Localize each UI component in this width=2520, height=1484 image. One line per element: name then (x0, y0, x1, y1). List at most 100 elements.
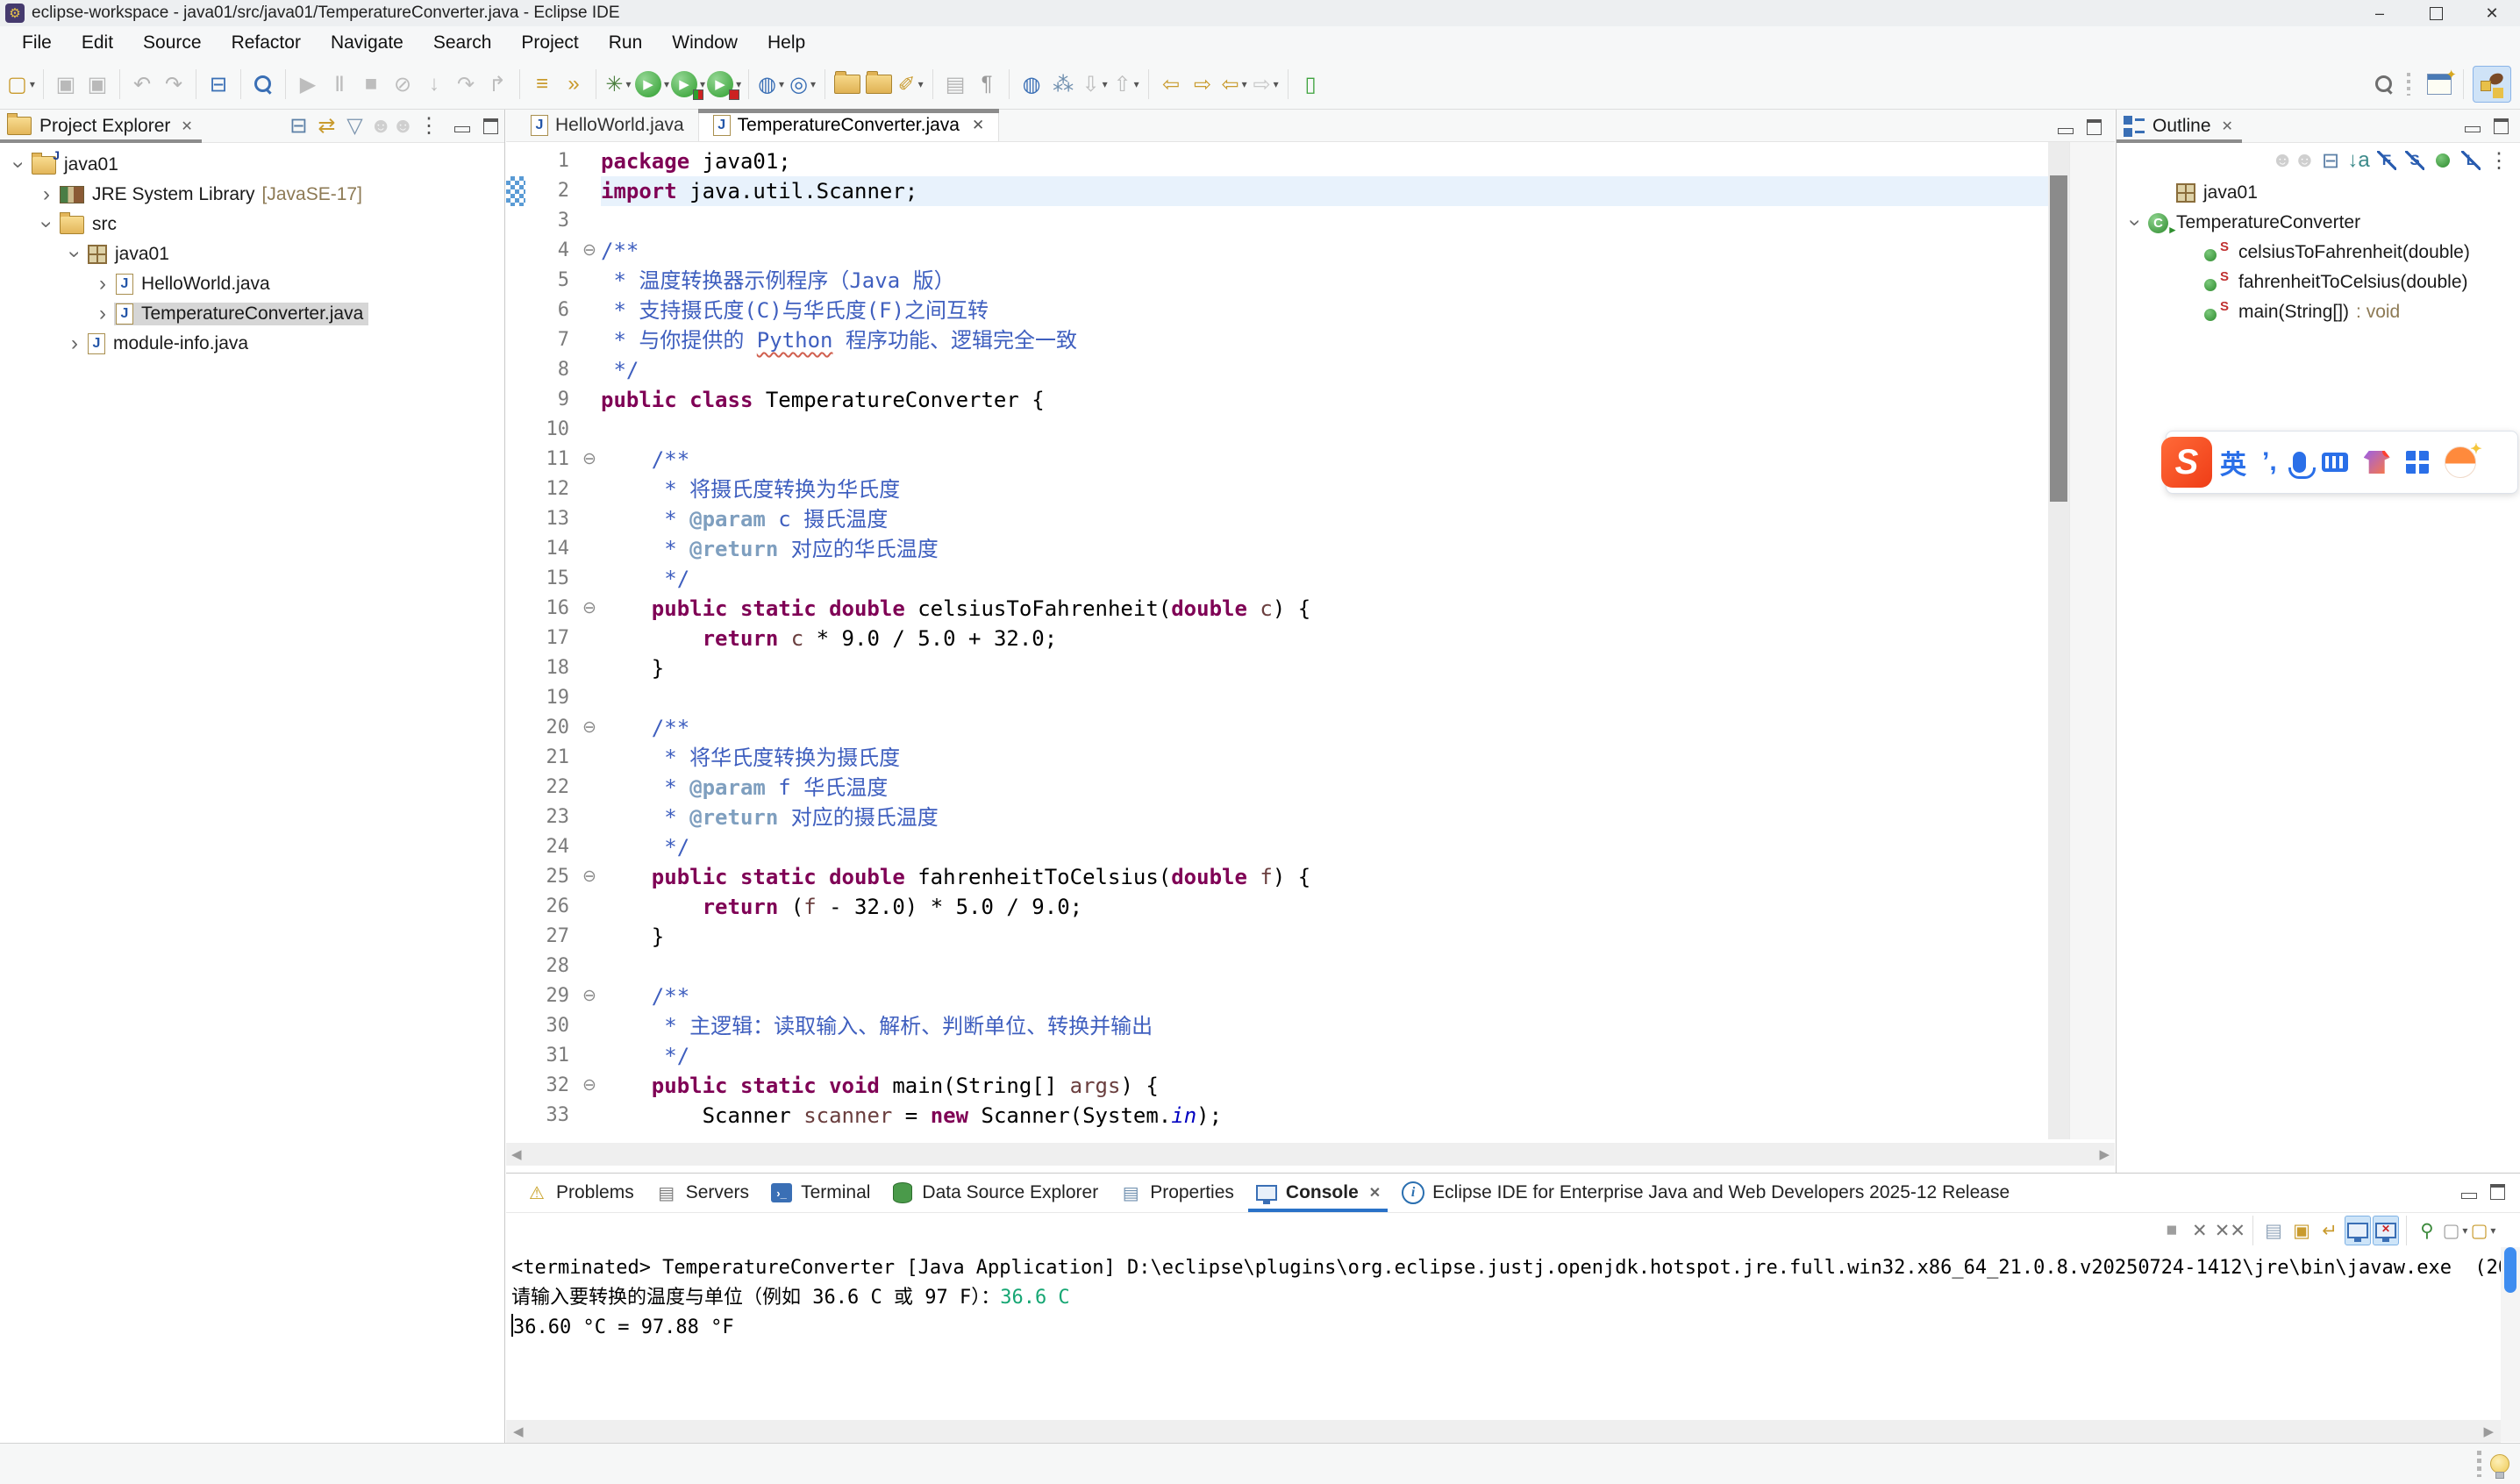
coverage-icon[interactable]: ▶▾ (671, 67, 705, 102)
editor-horizontal-scrollbar[interactable]: ◀ ▶ (506, 1143, 2115, 1166)
fold-collapse-icon[interactable]: ⊖ (578, 1071, 601, 1101)
project-tree-item[interactable]: ›src (0, 210, 504, 239)
code-line-4[interactable]: 4⊖/** (506, 236, 2048, 266)
code-line-3[interactable]: 3 (506, 206, 2048, 236)
code-line-32[interactable]: 32⊖ public static void main(String[] arg… (506, 1071, 2048, 1101)
scroll-left-icon[interactable]: ◀ (513, 1423, 524, 1439)
code-line-14[interactable]: 14 * @return 对应的华氏温度 (506, 534, 2048, 564)
close-icon[interactable]: ✕ (972, 117, 984, 134)
remove-launch-icon[interactable]: ✕ (2187, 1216, 2213, 1245)
maximize-view-icon[interactable] (477, 113, 503, 139)
fold-collapse-icon[interactable]: ⊖ (578, 445, 601, 474)
toggle-breadcrumb-icon[interactable]: ▯ (1296, 67, 1325, 102)
menu-file[interactable]: File (7, 32, 67, 54)
ime-skin-icon[interactable] (2364, 451, 2390, 474)
close-icon[interactable]: ✕ (1369, 1184, 1381, 1202)
code-line-15[interactable]: 15 */ (506, 564, 2048, 594)
code-line-18[interactable]: 18 } (506, 653, 2048, 683)
scroll-lock-icon[interactable]: ▣ (2288, 1216, 2315, 1245)
code-line-22[interactable]: 22 * @param f 华氏温度 (506, 773, 2048, 803)
terminate-icon[interactable]: ■ (356, 67, 386, 102)
close-icon[interactable]: ✕ (181, 118, 192, 135)
code-editor[interactable]: 1package java01;2import java.util.Scanne… (506, 142, 2048, 1139)
view-menu-icon[interactable]: ⋮ (2486, 143, 2512, 178)
code-line-31[interactable]: 31 */ (506, 1041, 2048, 1071)
menu-source[interactable]: Source (128, 32, 217, 54)
hide-local-types-icon[interactable]: L (2458, 143, 2484, 178)
terminate-console-icon[interactable]: ■ (2159, 1216, 2185, 1245)
code-line-11[interactable]: 11⊖ /** (506, 445, 2048, 474)
outline-tree-item[interactable]: SfahrenheitToCelsius(double) (2117, 268, 2520, 297)
next-edit-location-icon[interactable]: ⇨ (1188, 67, 1217, 102)
previous-annotation-icon[interactable]: ⇧▾ (1111, 67, 1141, 102)
search-icon[interactable] (2369, 67, 2399, 102)
expand-icon[interactable]: › (35, 182, 58, 207)
link-with-editor-icon[interactable]: ⇄ (313, 109, 339, 144)
save-icon[interactable]: ▣ (51, 67, 81, 102)
minimize-editor-icon[interactable] (2052, 114, 2079, 140)
code-line-8[interactable]: 8 */ (506, 355, 2048, 385)
next-annotation-icon[interactable]: ⇩▾ (1080, 67, 1110, 102)
code-line-23[interactable]: 23 * @return 对应的摄氏温度 (506, 803, 2048, 832)
minimize-view-icon[interactable] (449, 113, 475, 139)
collapse-icon[interactable]: › (2123, 211, 2147, 234)
fold-collapse-icon[interactable]: ⊖ (578, 713, 601, 743)
code-line-29[interactable]: 29⊖ /** (506, 981, 2048, 1011)
menu-navigate[interactable]: Navigate (316, 32, 418, 54)
console-tab-properties[interactable]: ▤Properties (1109, 1174, 1245, 1212)
scroll-left-icon[interactable]: ◀ (511, 1146, 522, 1162)
import-icon[interactable] (832, 67, 862, 102)
step-over-icon[interactable]: ↷ (451, 67, 481, 102)
console-output[interactable]: <terminated> TemperatureConverter [Java … (506, 1248, 2520, 1425)
filter-icon[interactable]: ▽ (341, 109, 368, 144)
word-wrap-icon[interactable]: ↵ (2317, 1216, 2343, 1245)
hide-static-icon[interactable]: S (2402, 143, 2428, 178)
code-line-21[interactable]: 21 * 将华氏度转换为摄氏度 (506, 743, 2048, 773)
mark-text-icon[interactable]: ✐▾ (896, 67, 925, 102)
keyboard-icon[interactable] (2322, 453, 2348, 472)
editor-vscroll-thumb[interactable] (2050, 175, 2067, 502)
suspend-icon[interactable]: Ⅱ (325, 67, 354, 102)
code-line-12[interactable]: 12 * 将摄氏度转换为华氏度 (506, 474, 2048, 504)
debug-icon[interactable]: ✳▾ (603, 67, 633, 102)
show-whitespace-icon[interactable]: ¶ (972, 67, 1002, 102)
scroll-right-icon[interactable]: ▶ (2099, 1146, 2110, 1162)
console-tab-data[interactable]: Data Source Explorer (881, 1174, 1109, 1212)
step-into-icon[interactable]: ↓ (419, 67, 449, 102)
tab-outline[interactable]: Outline ✕ (2117, 110, 2242, 142)
code-line-24[interactable]: 24 */ (506, 832, 2048, 862)
outline-tree-item[interactable]: ScelsiusToFahrenheit(double) (2117, 238, 2520, 268)
minimize-view-icon[interactable] (2459, 113, 2486, 139)
hide-fields-icon[interactable]: F (2374, 143, 2400, 178)
ime-toolbox-icon[interactable] (2406, 451, 2429, 474)
expand-icon[interactable]: › (63, 332, 86, 356)
fold-collapse-icon[interactable]: ⊖ (578, 862, 601, 892)
collapse-all-icon[interactable]: ⊟ (2317, 143, 2344, 178)
disconnect-icon[interactable]: ⊘ (388, 67, 418, 102)
run-icon[interactable]: ▶▾ (635, 67, 669, 102)
close-icon[interactable]: ✕ (2222, 118, 2233, 135)
collapse-all-icon[interactable]: ⊟ (285, 109, 311, 144)
editor-tab-helloworld-java[interactable]: JHelloWorld.java (517, 109, 698, 141)
close-window-button[interactable]: ✕ (2464, 0, 2520, 26)
menu-search[interactable]: Search (418, 32, 507, 54)
console-vscroll-thumb[interactable] (2504, 1247, 2516, 1293)
menu-refactor[interactable]: Refactor (217, 32, 316, 54)
code-line-20[interactable]: 20⊖ /** (506, 713, 2048, 743)
open-task-icon[interactable]: ▤ (940, 67, 970, 102)
code-line-10[interactable]: 10 (506, 415, 2048, 445)
console-horizontal-scrollbar[interactable]: ◀ ▶ (506, 1420, 2501, 1443)
ime-language-mode[interactable]: 英 (2220, 443, 2246, 482)
code-line-13[interactable]: 13 * @param c 摄氏温度 (506, 504, 2048, 534)
run-history-icon[interactable]: ≡ (527, 67, 557, 102)
console-tab-problems[interactable]: ⚠Problems (515, 1174, 645, 1212)
new-wizard-icon[interactable]: ▢▾ (6, 67, 36, 102)
collapse-icon[interactable]: › (6, 153, 31, 176)
menu-edit[interactable]: Edit (67, 32, 128, 54)
console-tab-console[interactable]: Console✕ (1245, 1174, 1391, 1212)
view-menu-icon[interactable]: ⋮ (416, 109, 442, 144)
code-line-1[interactable]: 1package java01; (506, 146, 2048, 176)
menu-run[interactable]: Run (594, 32, 658, 54)
menu-help[interactable]: Help (753, 32, 820, 54)
code-line-17[interactable]: 17 return c * 9.0 / 5.0 + 32.0; (506, 624, 2048, 653)
